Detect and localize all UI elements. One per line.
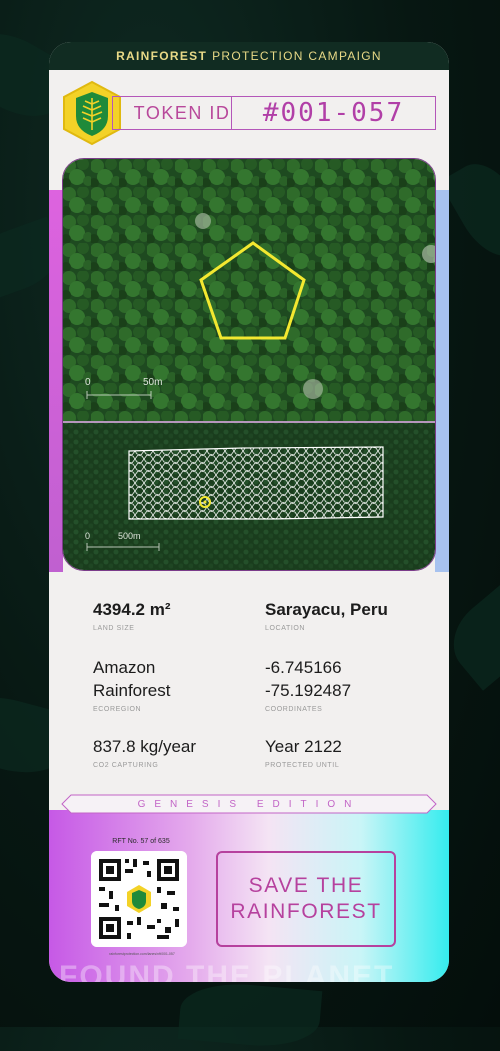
edition-ribbon: GENESIS EDITION	[61, 794, 437, 814]
token-card: RAINFOREST PROTECTION CAMPAIGN TOKEN ID …	[49, 42, 449, 982]
land-size-value: 4394.2 m²	[93, 600, 171, 619]
ecoregion-value-line2: Rainforest	[93, 681, 171, 700]
stat-co2: 837.8 kg/year CO2 CAPTURING	[93, 735, 196, 769]
token-id-label: TOKEN ID	[113, 97, 232, 129]
watermark-text: FOUND THE PLANET	[59, 960, 395, 982]
ecoregion-value-line1: Amazon	[93, 658, 156, 677]
ecoregion-label: ECOREGION	[93, 706, 142, 713]
location-label: LOCATION	[265, 625, 306, 632]
co2-label: CO2 CAPTURING	[93, 762, 159, 769]
qr-code-icon[interactable]	[91, 851, 187, 947]
edition-label: GENESIS EDITION	[137, 798, 361, 810]
rft-number: RFT No. 57 of 635	[112, 838, 170, 845]
scale-label-top-start: 0	[85, 377, 91, 388]
stat-location: Sarayacu, Peru LOCATION	[265, 598, 388, 632]
scale-label-bottom-end: 500m	[118, 531, 141, 541]
scale-label-bottom-start: 0	[85, 531, 91, 541]
campaign-title-rest: PROTECTION CAMPAIGN	[212, 49, 382, 63]
coordinates-lon: -75.192487	[265, 681, 352, 700]
plot-grid-overlay	[128, 446, 384, 520]
token-id-box: TOKEN ID #001-057	[112, 96, 436, 130]
protected-until-value: Year 2122	[265, 737, 342, 756]
cta-line1: SAVE THE	[248, 874, 364, 897]
coordinates-lat: -6.745166	[265, 658, 342, 677]
cta-text: SAVE THE RAINFOREST	[230, 873, 381, 925]
left-accent-stripe	[49, 190, 63, 572]
campaign-header: RAINFOREST PROTECTION CAMPAIGN	[49, 42, 449, 70]
cta-line2: RAINFOREST	[230, 900, 382, 923]
right-accent-stripe	[435, 190, 449, 572]
location-value: Sarayacu, Peru	[265, 600, 388, 619]
scale-label-top-end: 50m	[143, 377, 163, 388]
stat-land-size: 4394.2 m² LAND SIZE	[93, 598, 171, 632]
stat-protected-until: Year 2122 PROTECTED UNTIL	[265, 735, 342, 769]
satellite-map[interactable]: 0 50m 0 500m	[62, 158, 436, 571]
stat-ecoregion: Amazon Rainforest ECOREGION	[93, 656, 170, 713]
token-id-value: #001-057	[262, 98, 405, 128]
co2-value: 837.8 kg/year	[93, 737, 197, 756]
protected-until-label: PROTECTED UNTIL	[265, 762, 340, 769]
save-the-rainforest-button[interactable]: SAVE THE RAINFOREST	[216, 851, 396, 947]
land-size-label: LAND SIZE	[93, 625, 135, 632]
bottom-panel: FOUND THE PLANET RFT No. 57 of 635 rainf…	[49, 810, 449, 982]
stat-coordinates: -6.745166 -75.192487 COORDINATES	[265, 656, 351, 713]
campaign-title-strong: RAINFOREST	[116, 49, 208, 63]
coordinates-label: COORDINATES	[265, 706, 323, 713]
forest-satellite-image	[63, 159, 435, 570]
qr-url-text: rainforestprotection.com/lanes/nft/001-0…	[109, 952, 175, 956]
